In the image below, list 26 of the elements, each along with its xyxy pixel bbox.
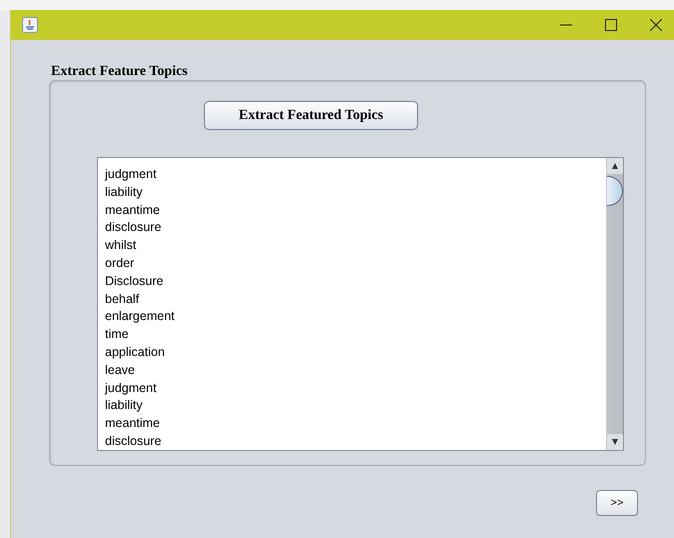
scrollbar[interactable] (606, 158, 623, 450)
topic-item[interactable]: meantime (105, 202, 606, 220)
topic-item[interactable]: time (105, 326, 606, 344)
topic-item[interactable]: liability (105, 184, 606, 202)
topic-item[interactable]: Disclosure (105, 272, 606, 291)
maximize-icon[interactable] (605, 19, 617, 31)
topic-item[interactable]: judgment (105, 166, 606, 184)
scroll-down-icon[interactable] (611, 438, 619, 446)
app-icon (22, 17, 38, 33)
next-button[interactable]: >> (596, 490, 638, 516)
topic-item[interactable]: judgment (105, 380, 606, 398)
section-heading: Extract Feature Topics (51, 64, 189, 80)
scroll-thumb[interactable] (607, 176, 623, 206)
scroll-up-icon[interactable] (611, 162, 619, 170)
close-icon[interactable] (650, 19, 662, 31)
topic-item[interactable]: disclosure (105, 219, 606, 238)
extract-button[interactable]: Extract Featured Topics (204, 101, 418, 130)
topic-item[interactable]: leave (105, 362, 606, 380)
topic-item[interactable]: application (105, 344, 606, 362)
topic-item[interactable]: whilst (105, 237, 606, 255)
topic-item[interactable]: disclosure (105, 432, 606, 450)
topic-item[interactable]: meantime (105, 415, 606, 433)
topic-item[interactable]: behalf (105, 290, 606, 308)
topic-item[interactable]: enlargement (105, 308, 606, 326)
topic-item[interactable]: order (105, 254, 606, 273)
topic-item[interactable]: liability (105, 397, 606, 416)
